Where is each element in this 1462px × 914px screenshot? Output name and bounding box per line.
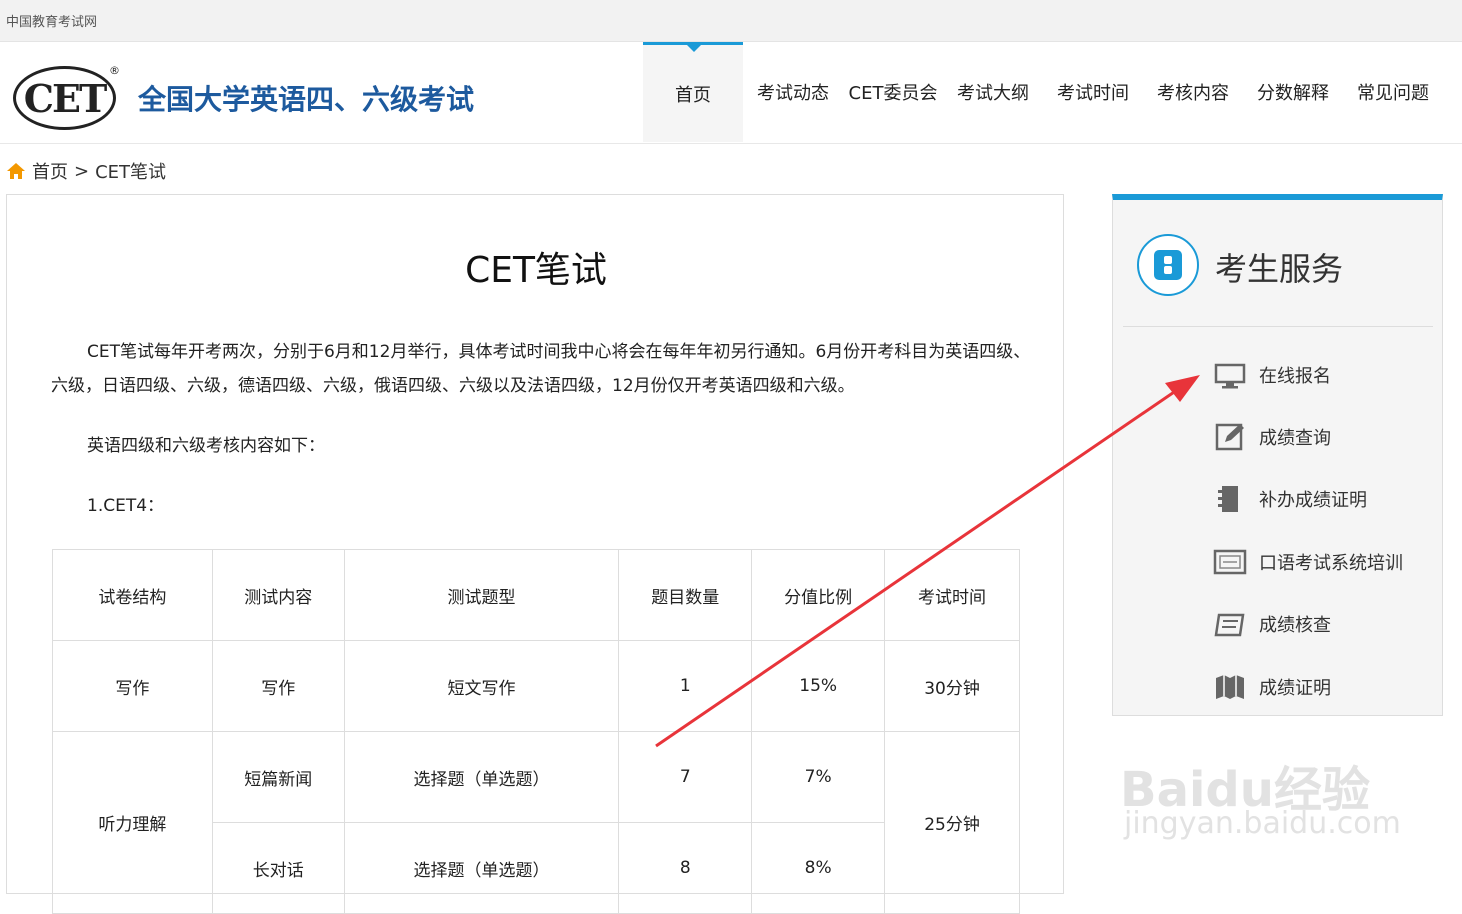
nav-label: 首页: [675, 84, 711, 106]
scroll-icon: [1214, 613, 1245, 637]
table-cell: 短篇新闻: [211, 731, 345, 823]
table-cell: 7: [618, 731, 753, 823]
nav-item-committee[interactable]: CET委员会: [843, 42, 943, 142]
main-nav: 首页 考试动态 CET委员会 考试大纲 考试时间 考核内容 分数解释 常见问题: [643, 42, 1443, 144]
table-header: 分值比例: [751, 549, 886, 641]
service-score-query[interactable]: 成绩查询: [1213, 422, 1331, 452]
nav-label: 考试动态: [757, 83, 829, 104]
screen-icon: [1213, 549, 1247, 575]
breadcrumb-separator: >: [74, 160, 90, 182]
table-row: 写作 写作 短文写作 1 15% 30分钟: [52, 640, 1020, 732]
table-cell: 短文写作: [343, 640, 620, 732]
table-row: 听力理解 短篇新闻 选择题（单选题） 7 7% 25分钟: [52, 731, 1020, 914]
nav-label: 考核内容: [1157, 83, 1229, 104]
table-header: 测试题型: [343, 549, 620, 641]
nav-item-news[interactable]: 考试动态: [743, 42, 843, 142]
table-cell: 选择题（单选题）: [343, 731, 620, 823]
breadcrumb-current: CET笔试: [95, 162, 167, 183]
page-title: CET笔试: [465, 250, 607, 291]
nav-label: 常见问题: [1357, 83, 1429, 104]
student-services-panel: 考生服务 在线报名 成绩查询 补办成绩证明 口语考试系统培训 成绩核查 成绩证明: [1112, 194, 1443, 716]
notebook-icon: [1218, 486, 1238, 512]
table-header: 考试时间: [884, 549, 1020, 641]
table-header: 试卷结构: [52, 549, 213, 641]
active-caret-icon: [687, 45, 701, 52]
nav-label: 考试大纲: [957, 83, 1029, 104]
service-label: 在线报名: [1259, 366, 1331, 387]
logo-text: CET: [23, 75, 107, 121]
cet4-heading: 1.CET4：: [87, 496, 165, 516]
table-cell: 25分钟: [884, 731, 1020, 914]
monitor-icon: [1214, 363, 1246, 389]
nav-item-content[interactable]: 考核内容: [1143, 42, 1243, 142]
nav-item-home[interactable]: 首页: [643, 42, 743, 142]
map-icon: [1216, 675, 1244, 699]
nav-label: 考试时间: [1057, 83, 1129, 104]
service-score-certificate[interactable]: 成绩证明: [1213, 672, 1331, 702]
service-reissue-certificate[interactable]: 补办成绩证明: [1213, 484, 1367, 514]
breadcrumb-home[interactable]: 首页: [32, 158, 68, 184]
nav-item-score[interactable]: 分数解释: [1243, 42, 1343, 142]
table-header: 题目数量: [618, 549, 753, 641]
services-title: 考生服务: [1215, 250, 1344, 288]
nav-item-syllabus[interactable]: 考试大纲: [943, 42, 1043, 142]
table-cell: 7%: [751, 731, 886, 823]
divider: [1123, 326, 1433, 327]
table-cell: 8%: [751, 822, 886, 914]
table-cell: 听力理解: [52, 731, 213, 914]
logo-registered-mark: ®: [109, 64, 120, 77]
breadcrumb: 首页 > CET笔试: [6, 158, 166, 184]
service-oral-exam-training[interactable]: 口语考试系统培训: [1213, 547, 1403, 577]
table-cell: 写作: [52, 640, 213, 732]
table-cell: 选择题（单选题）: [343, 822, 620, 914]
table-cell: 写作: [211, 640, 345, 732]
edit-icon: [1215, 423, 1244, 451]
nav-item-schedule[interactable]: 考试时间: [1043, 42, 1143, 142]
site-header: CET ® 全国大学英语四、六级考试 首页 考试动态 CET委员会 考试大纲 考…: [0, 42, 1462, 144]
home-icon: [7, 163, 25, 179]
nav-label: CET委员会: [848, 83, 938, 104]
service-label: 补办成绩证明: [1259, 490, 1367, 511]
nav-label: 分数解释: [1257, 83, 1329, 104]
cet-logo[interactable]: CET: [13, 66, 116, 130]
table-header: 测试内容: [211, 549, 345, 641]
site-name[interactable]: 中国教育考试网: [6, 11, 97, 30]
baidu-watermark-url: jingyan.baidu.com: [1124, 806, 1401, 841]
service-online-registration[interactable]: 在线报名: [1213, 360, 1331, 390]
intro-paragraph: CET笔试每年开考两次，分别于6月和12月举行，具体考试时间我中心将会在每年年初…: [51, 342, 1031, 396]
table-cell: 8: [618, 822, 753, 914]
top-strip: 中国教育考试网: [0, 0, 1462, 42]
services-header: 考生服务: [1113, 200, 1442, 326]
table-cell: 15%: [751, 640, 886, 732]
service-label: 成绩查询: [1259, 428, 1331, 449]
service-label: 口语考试系统培训: [1259, 553, 1403, 574]
table-cell: 1: [618, 640, 753, 732]
service-label: 成绩核查: [1259, 615, 1331, 636]
article-panel: CET笔试 CET笔试每年开考两次，分别于6月和12月举行，具体考试时间我中心将…: [6, 194, 1064, 914]
contact-book-icon: [1137, 234, 1199, 296]
table-cell: 长对话: [211, 822, 345, 914]
content-intro: 英语四级和六级考核内容如下：: [87, 436, 325, 456]
service-score-review[interactable]: 成绩核查: [1213, 609, 1331, 639]
cet4-table: 试卷结构 测试内容 测试题型 题目数量 分值比例 考试时间 写作 写作 短文写作…: [52, 549, 1020, 914]
service-label: 成绩证明: [1259, 678, 1331, 699]
table-cell: 30分钟: [884, 640, 1020, 732]
nav-item-faq[interactable]: 常见问题: [1343, 42, 1443, 142]
site-title[interactable]: 全国大学英语四、六级考试: [138, 78, 474, 118]
table-header-row: 试卷结构 测试内容 测试题型 题目数量 分值比例 考试时间: [52, 549, 1020, 641]
